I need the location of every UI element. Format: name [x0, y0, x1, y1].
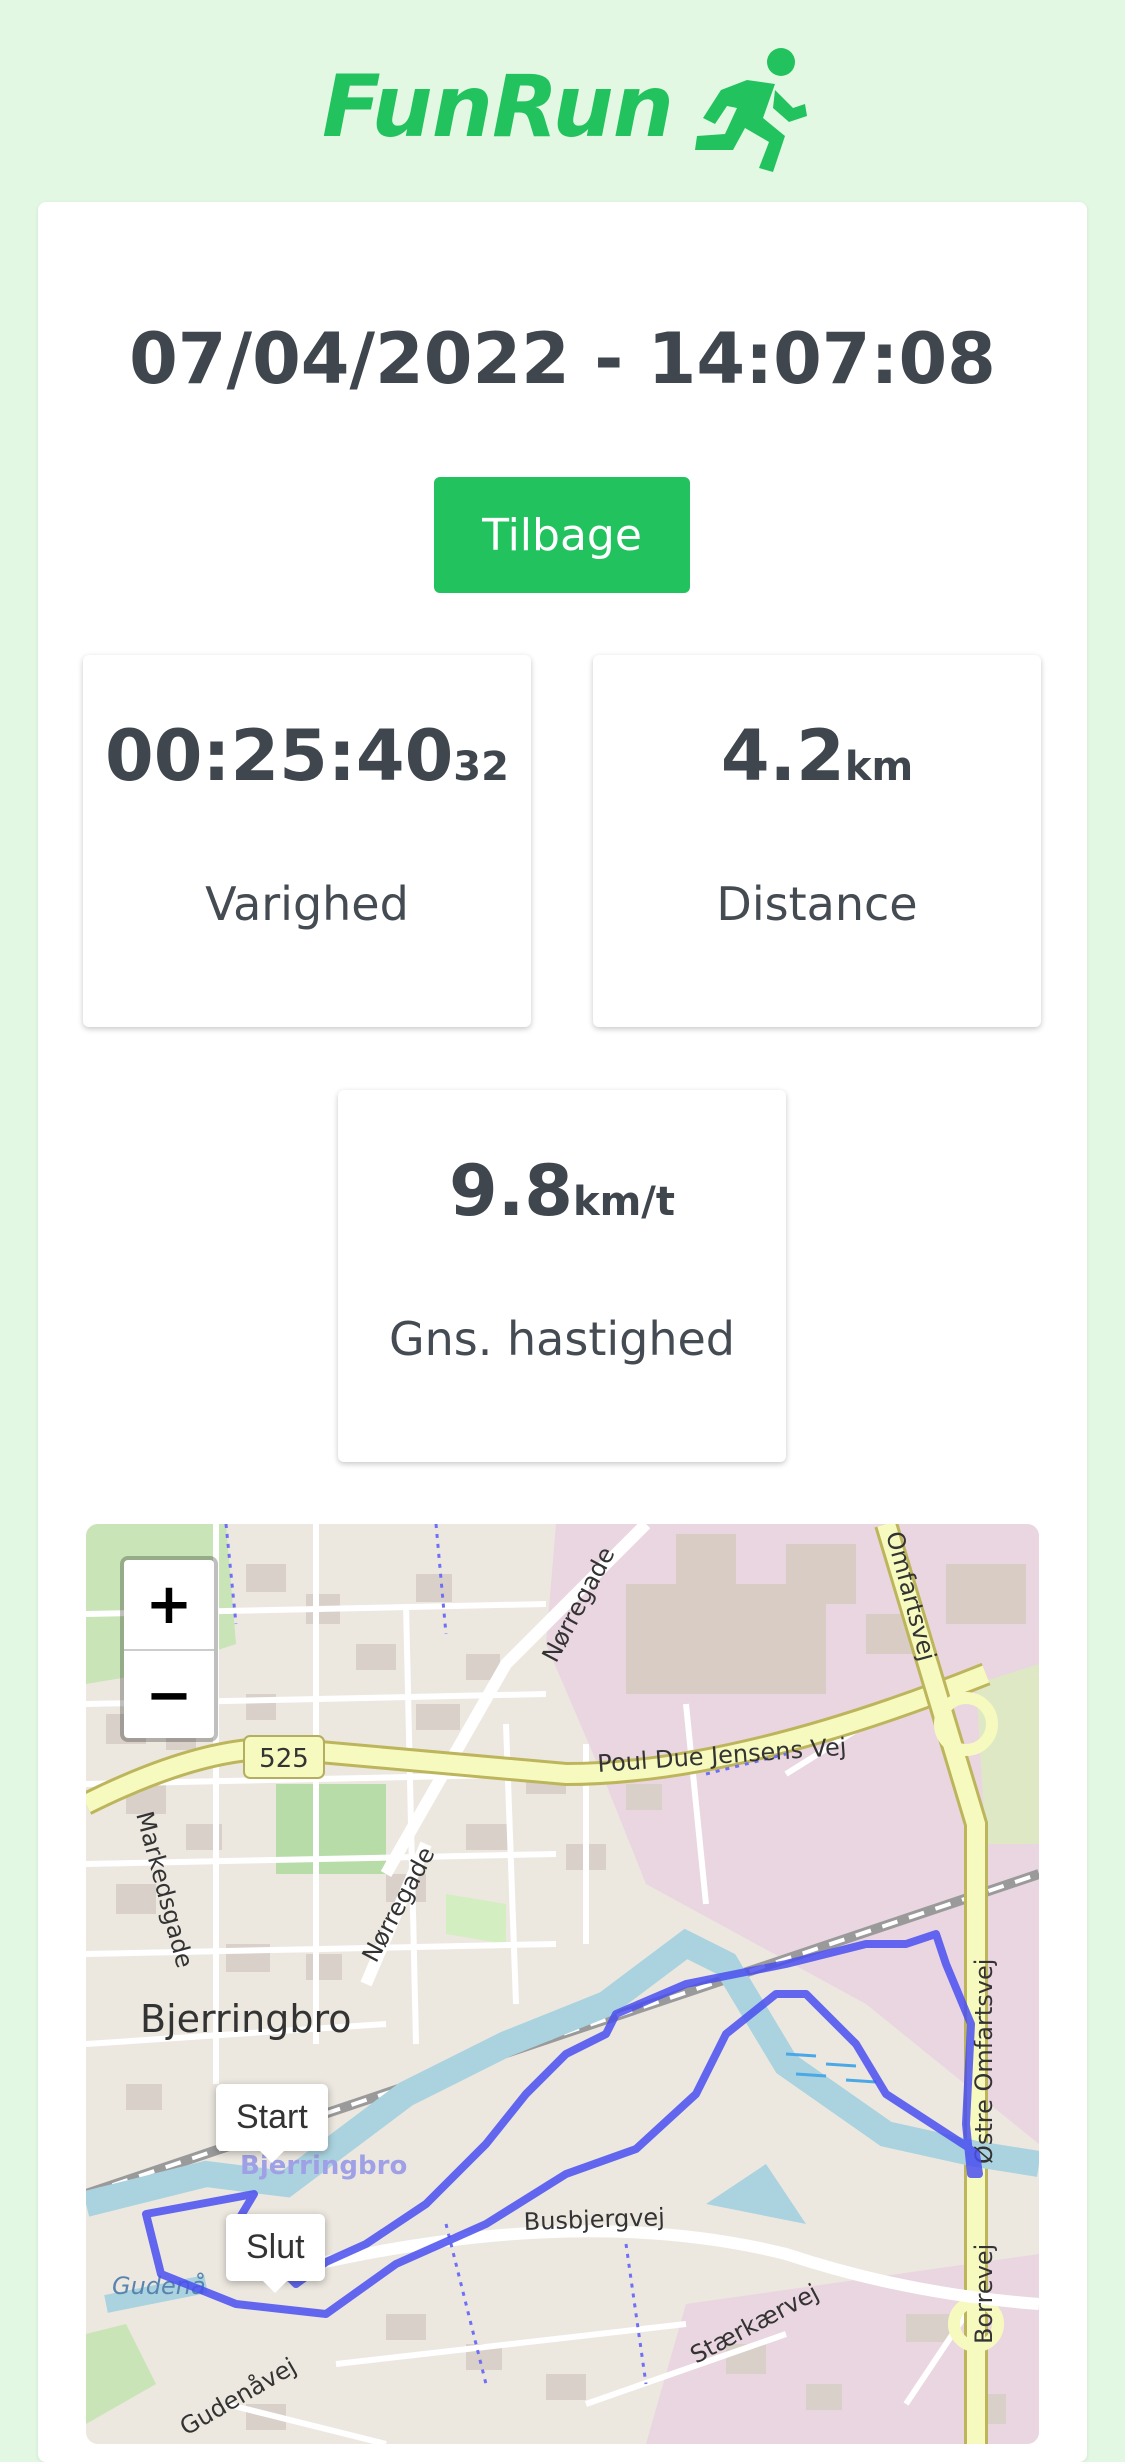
road-shield-525: 525	[259, 1744, 309, 1774]
start-marker-tooltip[interactable]: Start	[216, 2084, 328, 2163]
run-datetime: 07/04/2022 - 14:07:08	[129, 318, 996, 400]
stat-average-speed: 9.8km/t Gns. hastighed	[338, 1090, 786, 1462]
route-map[interactable]: 525 Poul Due Jensens Vej Nørregade Nørre…	[86, 1524, 1039, 2444]
speed-unit: km/t	[573, 1179, 676, 1225]
distance-unit: km	[844, 744, 914, 790]
runner-icon	[694, 48, 807, 172]
zoom-in-button[interactable]: +	[124, 1560, 214, 1651]
label-borrevej: Borrevej	[970, 2244, 998, 2344]
speed-value: 9.8km/t	[338, 1150, 786, 1232]
distance-value: 4.2km	[593, 715, 1041, 797]
back-button[interactable]: Tilbage	[434, 477, 690, 593]
label-busbjergvej: Busbjergvej	[523, 2203, 665, 2236]
end-marker-tooltip[interactable]: Slut	[226, 2214, 325, 2293]
map-tiles[interactable]: 525 Poul Due Jensens Vej Nørregade Nørre…	[86, 1524, 1039, 2444]
speed-number: 9.8	[448, 1150, 573, 1232]
map-zoom-control: + −	[120, 1556, 218, 1742]
duration-hundredths: 32	[453, 744, 509, 790]
speed-label: Gns. hastighed	[389, 1312, 735, 1366]
duration-value: 00:25:4032	[83, 715, 531, 797]
label-town-bjerringbro: Bjerringbro	[140, 1997, 352, 2041]
zoom-out-button[interactable]: −	[124, 1651, 214, 1740]
app-logo[interactable]: FunRun	[322, 38, 807, 176]
distance-label: Distance	[716, 877, 918, 931]
duration-main: 00:25:40	[105, 715, 454, 797]
duration-label: Varighed	[205, 877, 409, 931]
stat-distance: 4.2km Distance	[593, 655, 1041, 1027]
app-header: FunRun	[0, 0, 1125, 200]
app-name: FunRun	[322, 57, 674, 157]
distance-number: 4.2	[720, 715, 845, 797]
stat-duration: 00:25:4032 Varighed	[83, 655, 531, 1027]
label-ostre-omfartsvej: Østre Omfartsvej	[970, 1959, 998, 2164]
